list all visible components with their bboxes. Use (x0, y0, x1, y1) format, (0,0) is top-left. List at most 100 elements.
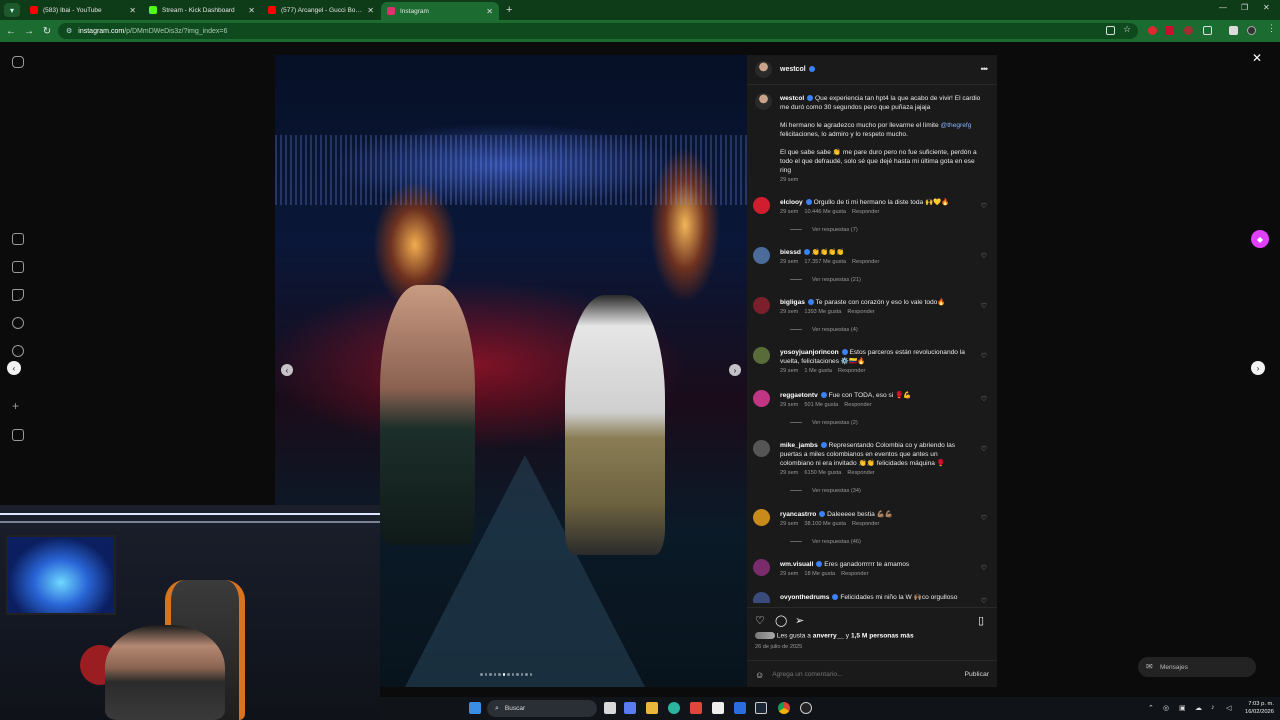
liker-username[interactable]: anverry__ (813, 632, 844, 639)
commenter-username[interactable]: yosoyjuanjorincon (780, 349, 839, 356)
reels-icon[interactable] (12, 261, 24, 273)
reply-button[interactable]: Responder (847, 470, 874, 476)
commenter-username[interactable]: ovyonthedrums (780, 594, 829, 601)
start-icon[interactable] (469, 702, 481, 714)
tray-app-icon[interactable]: ◎ (1163, 704, 1169, 712)
comment-like-icon[interactable]: ♡ (981, 395, 987, 403)
comment-likes[interactable]: 6150 Me gusta (804, 470, 841, 476)
commenter-avatar[interactable] (753, 390, 770, 407)
save-bookmark-icon[interactable]: ▯ (978, 614, 984, 627)
commenter-username[interactable]: bigligas (780, 299, 805, 306)
like-heart-icon[interactable]: ♡ (755, 614, 765, 627)
comment-like-icon[interactable]: ♡ (981, 352, 987, 360)
comment-like-icon[interactable]: ♡ (981, 514, 987, 522)
tray-app-icon[interactable]: ▣ (1179, 704, 1186, 712)
file-explorer-icon[interactable] (646, 702, 658, 714)
author-avatar[interactable] (755, 61, 772, 78)
view-replies-button[interactable]: Ver respuestas (4) (790, 327, 858, 333)
tab-search-menu-icon[interactable]: ▾ (4, 3, 20, 17)
copilot-icon[interactable] (624, 702, 636, 714)
likes-count[interactable]: 1,5 M personas más (851, 632, 914, 639)
tab-youtube-arcangel[interactable]: (577) Arcangel - Gucci Boys Ch ✕ (262, 2, 380, 18)
task-view-icon[interactable] (604, 702, 616, 714)
profile-avatar[interactable] (1247, 26, 1256, 35)
commenter-avatar[interactable] (753, 297, 770, 314)
prev-post-icon[interactable]: ‹ (7, 361, 21, 375)
comment-icon[interactable]: ◯ (775, 614, 787, 627)
close-modal-icon[interactable]: ✕ (1252, 51, 1262, 65)
author-username[interactable]: westcol (780, 66, 815, 73)
commenter-username[interactable]: wm.visuall (780, 561, 813, 568)
photo-next-icon[interactable]: › (729, 364, 741, 376)
photo-prev-icon[interactable]: ‹ (281, 364, 293, 376)
new-tab-button[interactable]: + (506, 4, 512, 16)
forward-icon[interactable]: → (20, 26, 38, 37)
address-bar[interactable]: ⚙ instagram.com/p/DMmDWeDis3z/?img_index… (58, 23, 1138, 39)
reply-button[interactable]: Responder (852, 209, 879, 215)
comment-like-icon[interactable]: ♡ (981, 302, 987, 310)
commenter-avatar[interactable] (753, 559, 770, 576)
reload-icon[interactable]: ↻ (38, 26, 56, 37)
dashboard-icon[interactable] (12, 429, 24, 441)
view-replies-button[interactable]: Ver respuestas (46) (790, 539, 861, 545)
reply-button[interactable]: Responder (847, 309, 874, 315)
extensions-puzzle-icon[interactable] (1203, 26, 1212, 35)
network-icon[interactable]: ☁ (1195, 704, 1202, 712)
comment-like-icon[interactable]: ♡ (981, 445, 987, 453)
reply-button[interactable]: Responder (852, 259, 879, 265)
comment-likes[interactable]: 1393 Me gusta (804, 309, 841, 315)
share-icon[interactable]: ➢ (795, 614, 804, 627)
bluetooth-icon[interactable]: ♪ (1211, 704, 1215, 711)
view-replies-button[interactable]: Ver respuestas (7) (790, 227, 858, 233)
extension-icon[interactable] (1229, 26, 1238, 35)
commenter-avatar[interactable] (753, 247, 770, 264)
create-icon[interactable]: + (12, 400, 24, 413)
view-replies-button[interactable]: Ver respuestas (34) (790, 488, 861, 494)
comment-likes[interactable]: 1 Me gusta (804, 368, 832, 374)
commenter-username[interactable]: ryancastrro (780, 511, 816, 518)
close-tab-icon[interactable]: ✕ (129, 6, 136, 15)
commenter-avatar[interactable] (753, 440, 770, 457)
floating-extension-icon[interactable]: ◆ (1251, 230, 1269, 248)
window-close-icon[interactable]: ✕ (1263, 3, 1270, 12)
bookmark-star-icon[interactable]: ☆ (1123, 24, 1132, 34)
likes-summary[interactable]: Les gusta a anverry__ y 1,5 M personas m… (755, 632, 914, 639)
reply-button[interactable]: Responder (838, 368, 865, 374)
comment-like-icon[interactable]: ♡ (981, 597, 987, 603)
store-icon[interactable] (690, 702, 702, 714)
app-icon[interactable] (734, 702, 746, 714)
reply-button[interactable]: Responder (844, 402, 871, 408)
commenter-avatar[interactable] (753, 592, 770, 603)
home-icon[interactable] (12, 233, 24, 245)
commenter-username[interactable]: reggaetontv (780, 392, 818, 399)
close-tab-icon[interactable]: ✕ (367, 6, 374, 15)
tab-youtube-ibai[interactable]: (583) Ibai - YouTube ✕ (24, 2, 142, 18)
obs-icon[interactable] (800, 702, 812, 714)
commenter-username[interactable]: elclooy (780, 199, 803, 206)
view-replies-button[interactable]: Ver respuestas (21) (790, 277, 861, 283)
more-options-icon[interactable]: ••• (981, 64, 989, 74)
instagram-logo-icon[interactable] (12, 56, 24, 68)
comment-likes[interactable]: 17.357 Me gusta (804, 259, 846, 265)
cast-icon[interactable] (1106, 26, 1115, 35)
caption-author[interactable]: westcol (780, 95, 804, 102)
comment-likes[interactable]: 501 Me gusta (804, 402, 838, 408)
tab-kick-dashboard[interactable]: Stream - Kick Dashboard ✕ (143, 2, 261, 18)
comment-like-icon[interactable]: ♡ (981, 564, 987, 572)
back-icon[interactable]: ← (2, 26, 20, 37)
commenter-avatar[interactable] (753, 197, 770, 214)
close-tab-icon[interactable]: ✕ (248, 6, 255, 15)
caption-mention-link[interactable]: @thegrefg (941, 122, 972, 129)
tab-instagram[interactable]: Instagram ✕ (381, 2, 499, 20)
comment-like-icon[interactable]: ♡ (981, 252, 987, 260)
reply-button[interactable]: Responder (852, 521, 879, 527)
next-post-icon[interactable]: › (1251, 361, 1265, 375)
extension-abp-icon[interactable] (1165, 26, 1174, 35)
comment-likes[interactable]: 38.100 Me gusta (804, 521, 846, 527)
commenter-username[interactable]: mike_jambs (780, 442, 818, 449)
view-replies-button[interactable]: Ver respuestas (2) (790, 420, 858, 426)
commenter-avatar[interactable] (753, 347, 770, 364)
tray-chevron-icon[interactable]: ⌃ (1148, 704, 1154, 712)
capcut-icon[interactable] (712, 702, 724, 714)
steam-icon[interactable] (755, 702, 767, 714)
